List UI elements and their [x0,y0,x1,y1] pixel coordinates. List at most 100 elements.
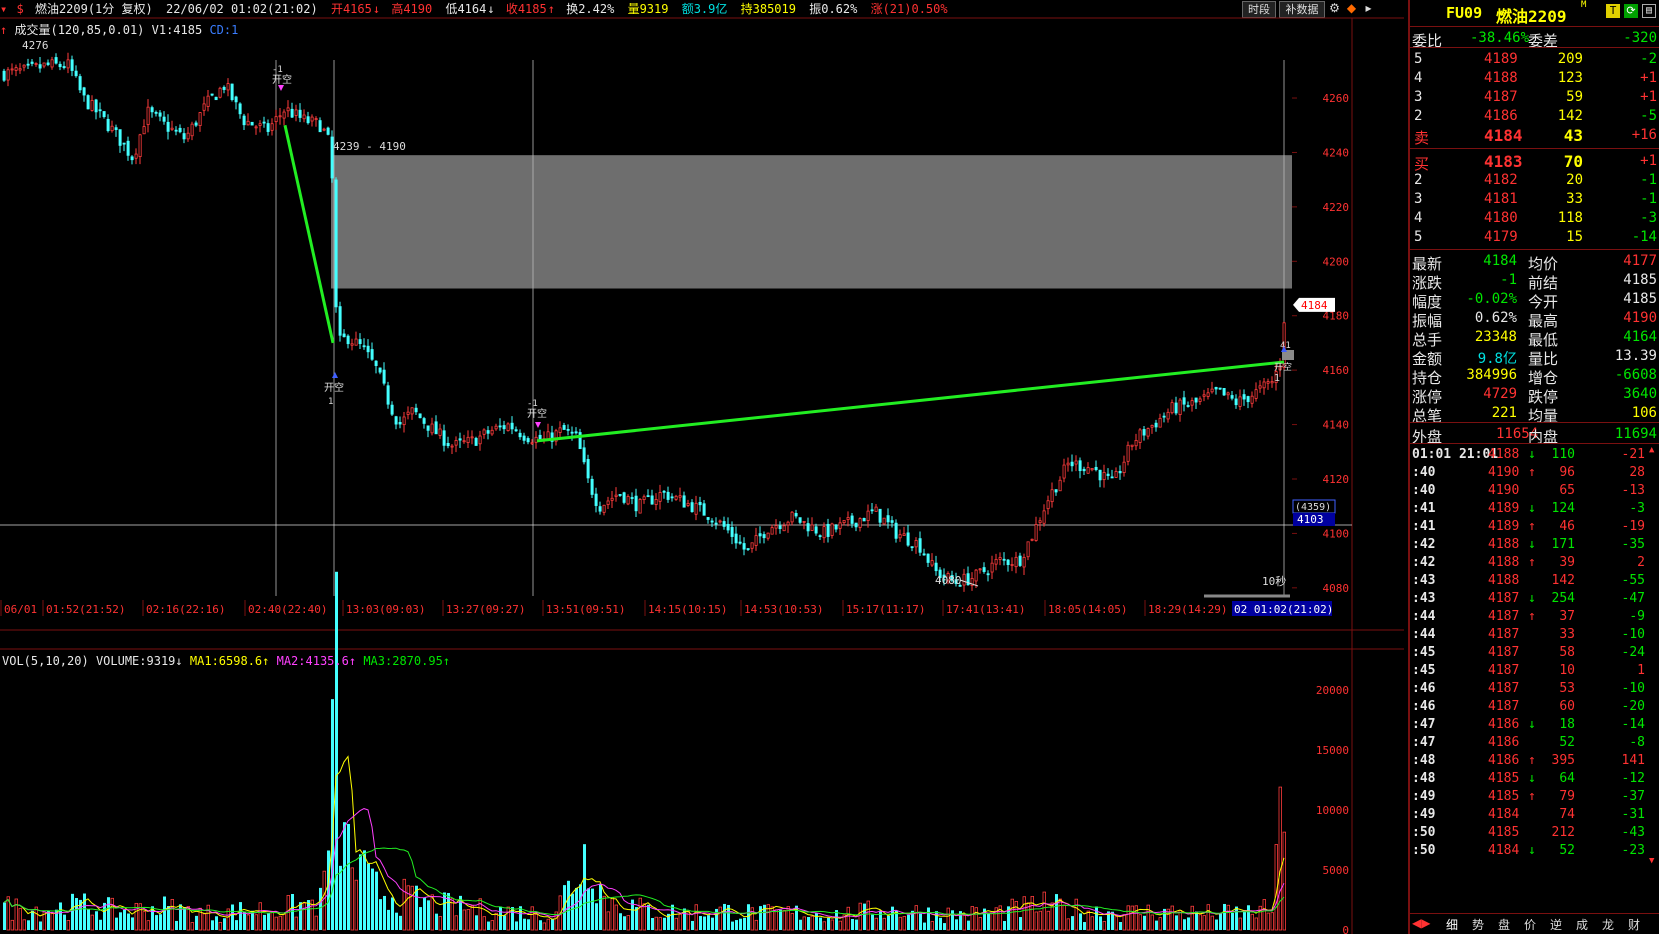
ask-volume: 209 [1557,51,1583,67]
layout-icon[interactable]: ▤ [1642,4,1656,18]
refresh-icon[interactable]: ⟳ [1624,4,1638,18]
panel-tab[interactable]: 细 [1446,916,1458,932]
panel-tab[interactable]: 财 [1628,916,1640,932]
time-axis-label: 13:03(09:03) [346,603,425,616]
candle-body [878,508,882,523]
candle-body [662,490,666,493]
panel-tab[interactable]: 盘 [1498,916,1510,932]
tick-scrollbar[interactable]: ▲ ▼ [1649,446,1657,866]
volume-bar [1086,910,1090,931]
volume-bar [691,920,694,930]
panel-tab[interactable]: 势 [1472,916,1484,932]
candle-body [558,427,562,433]
candle-body [810,524,814,531]
tick-change: -55 [1621,573,1645,588]
tick-row: :42 4188 ↑ 39 2 [1410,553,1659,573]
panel-tab[interactable]: 价 [1524,916,1536,932]
candle-body [490,429,494,435]
volume-bar [1130,905,1134,931]
candle-body [1014,556,1018,568]
tick-price: 4188 [1488,555,1520,570]
signal-top-label: -1 [272,65,283,75]
stat-value: 4185 [1623,291,1657,307]
volume-bar [739,918,742,930]
candle-body [1018,555,1022,566]
volume-bar [1150,914,1154,931]
candle-body [386,385,390,405]
bid-price: 4182 [1484,172,1518,188]
volume-bar [1158,917,1162,931]
candle-body [1146,428,1150,437]
candle-body [650,495,654,505]
candle-body [1234,398,1238,406]
volume-bar [610,897,614,931]
candle-body [354,338,358,346]
tick-row: :43 4188 142 -55 [1410,571,1659,591]
volume-bar [866,900,870,931]
stat-row: 涨停 4729 跌停 3640 [1410,384,1659,406]
ask-volume: 43 [1563,126,1583,145]
tick-price: 4187 [1488,591,1520,606]
candle-body [1214,386,1218,390]
tick-time: :49 [1412,789,1436,804]
tick-change: -43 [1621,825,1645,840]
kline-chart[interactable]: 4239 - 4190 4260424042204200418041604140… [0,0,1404,934]
candle-body [1166,411,1170,420]
volume-bar [427,900,430,930]
volume-bar [131,917,134,930]
volume-bar [1079,913,1082,930]
panel-tab[interactable]: 龙 [1602,916,1614,932]
volume-bar [1262,899,1266,931]
volume-tick-label: 5000 [1323,864,1350,877]
bid-change: +1 [1640,153,1657,169]
candle-body [94,99,98,113]
candle-body [422,418,426,424]
volume-bar [387,909,390,930]
candle-body [730,527,734,537]
candle-body [342,333,346,338]
time-axis-label: 15:17(11:17) [846,603,925,616]
tick-direction-icon: ↑ [1528,609,1536,624]
panel-tab[interactable]: 成 [1576,916,1588,932]
volume-bar [319,887,322,930]
diff-value: -320 [1623,30,1657,46]
candle-body [262,121,266,124]
panel-tab[interactable]: 逆 [1550,916,1562,932]
price-tick-label: 4140 [1323,419,1350,432]
volume-tick-label: 0 [1342,924,1349,934]
candle-body [66,59,70,69]
candle-body [178,127,182,133]
bid-row: 买 4183 70 +1 [1410,151,1659,173]
tick-price: 4185 [1488,825,1520,840]
candle-body [802,521,806,523]
tick-row: :49 4185 ↑ 79 -37 [1410,787,1659,807]
stat-value: 384996 [1466,367,1517,383]
ask-change: +1 [1640,89,1657,105]
candle-body [426,425,430,431]
contract-code: FU09 [1446,4,1483,22]
tick-time: :43 [1412,573,1436,588]
volume-bar [123,909,126,930]
tick-row: :50 4185 212 -43 [1410,823,1659,843]
t-icon[interactable]: T [1606,4,1620,18]
candle-body [150,107,154,113]
tick-time: :47 [1412,735,1436,750]
candle-body [1022,557,1026,568]
candle-body [438,428,442,436]
volume-bar [898,916,902,931]
volume-bar [974,907,978,931]
candle-body [590,478,594,495]
tick-volume: 52 [1559,843,1575,858]
volume-bar [807,917,810,930]
volume-bar [587,888,590,930]
tick-row: :44 4187 ↑ 37 -9 [1410,607,1659,627]
volume-bar [595,903,598,930]
tab-scroll-icon[interactable]: ◀▶ [1412,916,1430,932]
candle-body [770,527,774,535]
candle-body [630,497,634,499]
candle-body [682,495,686,508]
volume-bar [623,916,626,930]
volume-bar [651,918,654,930]
tick-change: 1 [1637,663,1645,678]
candle-body [1222,387,1226,396]
